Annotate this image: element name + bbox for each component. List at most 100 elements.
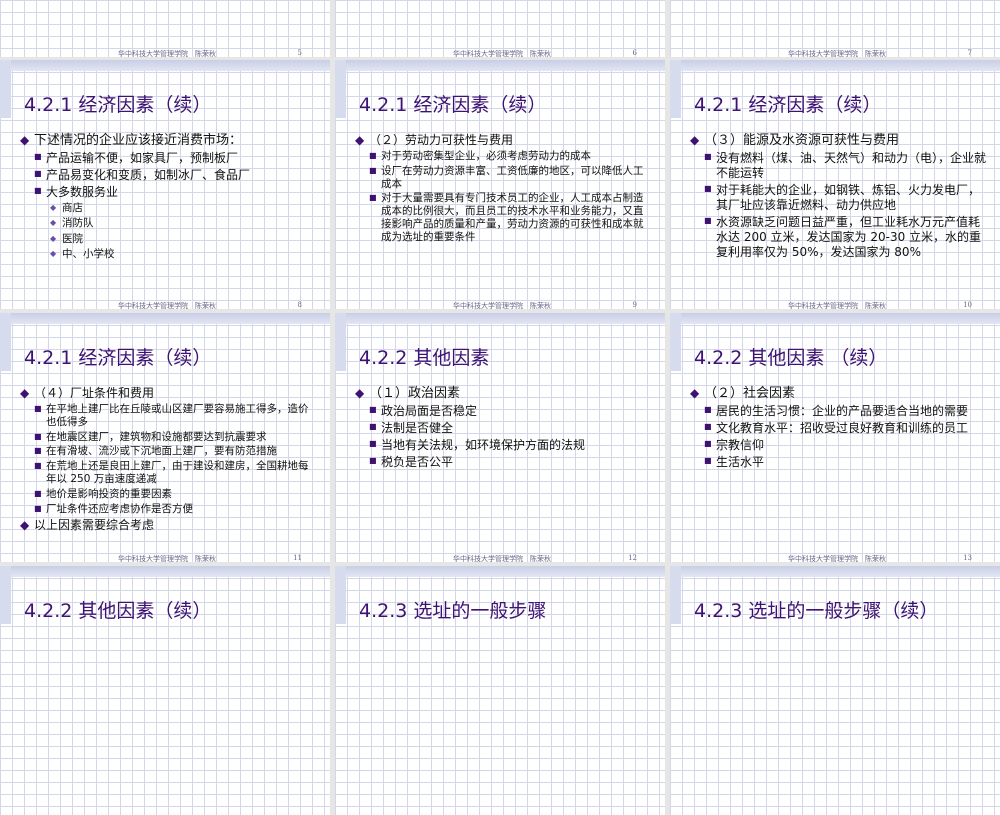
square-bullet-icon: ■ <box>369 439 377 449</box>
bullet-item-level-1: ◆ 以上因素需要综合考虑 <box>20 518 316 533</box>
bullet-item-level-2: ■ 没有燃料（煤、油、天然气）和动力（电），企业就不能运转 <box>690 151 986 181</box>
bullet-text: 地价是影响投资的重要因素 <box>46 487 172 500</box>
square-bullet-icon: ■ <box>369 456 377 466</box>
diamond-bullet-icon: ◆ <box>355 133 365 147</box>
bullet-item-level-2: ■ 地价是影响投资的重要因素 <box>20 488 316 501</box>
diamond-bullet-icon: ◆ <box>20 133 30 147</box>
slide-thumbnail[interactable]: 华中科技大学管理学院 陈荣秋 5 <box>0 0 330 57</box>
bullet-item-level-2: ■ 产品运输不便，如家具厂，预制板厂 <box>20 151 316 166</box>
bullet-item-level-1: ◆ （４）厂址条件和费用 <box>20 386 316 401</box>
square-bullet-icon: ■ <box>34 503 42 513</box>
footer-source: 华中科技大学管理学院 陈荣秋 <box>453 302 551 309</box>
slide-thumbnail[interactable]: 4.2.3 选址的一般步骤 <box>335 566 665 815</box>
square-bullet-icon: ■ <box>704 184 712 194</box>
bullet-item-level-2: ■ 法制是否健全 <box>355 421 651 436</box>
bullet-text: 对于耗能大的企业，如钢铁、炼铝、火力发电厂，其厂址应该靠近燃料、动力供应地 <box>716 183 981 213</box>
bullet-item-level-2: ■ 生活水平 <box>690 455 986 470</box>
square-bullet-icon: ■ <box>369 422 377 432</box>
slide-title: 4.2.2 其他因素（续） <box>24 600 212 622</box>
slide-thumbnail[interactable]: 4.2.1 经济因素（续） ◆ （２）劳动力可获性与费用 ■ 对于劳动密集型企业，必须考… <box>335 60 665 309</box>
bullet-item-level-2: ■ 居民的生活习惯：企业的产品要适合当地的需要 <box>690 404 986 419</box>
slide-number: 12 <box>628 554 637 562</box>
slide-side-bar <box>670 60 681 118</box>
bullet-item-level-2: ■ 产品易变化和变质，如制冰厂、食品厂 <box>20 168 316 183</box>
bullet-text: 生活水平 <box>716 455 765 470</box>
footer-source: 华中科技大学管理学院 陈荣秋 <box>453 555 551 562</box>
bullet-text: 大多数服务业 <box>46 185 119 200</box>
bullet-text: （２）社会因素 <box>704 386 796 401</box>
bullet-item-level-2: ■ 在有滑坡、流沙或下沉地面上建厂，要有防范措施 <box>20 445 316 458</box>
slide-side-bar <box>335 566 346 624</box>
square-bullet-icon: ■ <box>369 193 377 203</box>
bullet-item-level-2: ■ 在地震区建厂，建筑物和设施都要达到抗震要求 <box>20 431 316 444</box>
bullet-text: 设厂在劳动力资源丰富、工资低廉的地区，可以降低人工成本 <box>381 164 644 190</box>
diamond-bullet-icon: ◆ <box>50 203 57 213</box>
square-bullet-icon: ■ <box>704 216 712 226</box>
slide-sorter-grid: 华中科技大学管理学院 陈荣秋5■是接近消费市场。华中科技大学管理学院 陈荣秋6■… <box>0 0 1000 815</box>
slide-body: ◆ 下述情况的企业应该接近消费市场： ■ 产品运输不便，如家具厂，预制板厂 ■ 产品易变化… <box>20 130 316 261</box>
bullet-item-level-2: ■ 宗教信仰 <box>690 438 986 453</box>
slide-thumbnail[interactable]: 4.2.2 其他因素 ◆ （１）政治因素 ■ 政治局面是否稳定 ■ 法制是否健全 ■ 当地有关法… <box>335 313 665 562</box>
slide-body: ◆ （４）厂址条件和费用 ■ 在平地上建厂比在丘陵或山区建厂要容易施工得多，造价也低得… <box>20 383 316 533</box>
bullet-text: （１）政治因素 <box>369 386 461 401</box>
square-bullet-icon: ■ <box>704 152 712 162</box>
square-bullet-icon: ■ <box>34 186 42 196</box>
diamond-bullet-icon: ◆ <box>50 218 57 228</box>
bullet-text: 下述情况的企业应该接近消费市场： <box>34 133 243 148</box>
diamond-bullet-icon: ◆ <box>20 518 30 533</box>
bullet-item-level-1: ◆ （２）社会因素 <box>690 386 986 402</box>
bullet-item-level-1: ◆ 下述情况的企业应该接近消费市场： <box>20 133 316 149</box>
slide-top-bar <box>0 60 330 71</box>
bullet-item-level-2: ■ 在平地上建厂比在丘陵或山区建厂要容易施工得多，造价也低得多 <box>20 403 316 429</box>
bullet-text: 在荒地上还是良田上建厂，由于建设和建房，全国耕地每年以 250 万亩速度递减 <box>46 460 309 485</box>
footer-source: 华中科技大学管理学院 陈荣秋 <box>118 50 216 57</box>
bullet-item-level-3: ◆ 商店 <box>20 202 316 215</box>
diamond-bullet-icon: ◆ <box>355 386 365 400</box>
bullet-item-level-2: ■ 大多数服务业 <box>20 185 316 200</box>
bullet-item-level-2: ■ 厂址条件还应考虑协作是否方便 <box>20 503 316 516</box>
slide-number: 6 <box>632 49 637 57</box>
bullet-item-level-2: ■ 文化教育水平：招收受过良好教育和训练的员工 <box>690 421 986 436</box>
bullet-item-level-2: ■ 税负是否公平 <box>355 455 651 470</box>
bullet-text: （２）劳动力可获性与费用 <box>369 133 514 147</box>
slide-title: 4.2.1 经济因素（续） <box>694 94 882 116</box>
slide-thumbnail[interactable]: ■是接近消费市场。华中科技大学管理学院 陈荣秋6 <box>335 0 665 57</box>
diamond-bullet-icon: ◆ <box>50 248 57 258</box>
bullet-text: 政治局面是否稳定 <box>381 404 478 419</box>
slide-thumbnail[interactable]: ■原料运输不便，如屠宰厂。华中科技大学管理学院 陈荣秋7 <box>670 0 1000 57</box>
slide-top-bar <box>335 60 665 71</box>
slide-body: ◆ （２）劳动力可获性与费用 ■ 对于劳动密集型企业，必须考虑劳动力的成本 ■ 设厂在劳动… <box>355 130 651 244</box>
slide-number: 11 <box>293 554 302 562</box>
bullet-item-level-2: ■ 对于劳动密集型企业，必须考虑劳动力的成本 <box>355 150 651 163</box>
bullet-text: 当地有关法规，如环境保护方面的法规 <box>381 438 586 453</box>
bullet-item-level-2: ■ 当地有关法规，如环境保护方面的法规 <box>355 438 651 453</box>
bullet-item-level-2: ■ 政治局面是否稳定 <box>355 404 651 419</box>
bullet-text: 税负是否公平 <box>381 455 454 470</box>
bullet-text: 没有燃料（煤、油、天然气）和动力（电），企业就不能运转 <box>716 151 987 181</box>
slide-thumbnail[interactable]: 4.2.1 经济因素（续） ◆ （４）厂址条件和费用 ■ 在平地上建厂比在丘陵或山区建厂… <box>0 313 330 562</box>
bullet-text: 对于劳动密集型企业，必须考虑劳动力的成本 <box>381 150 591 162</box>
bullet-text: 居民的生活习惯：企业的产品要适合当地的需要 <box>716 404 969 419</box>
bullet-text: 在有滑坡、流沙或下沉地面上建厂，要有防范措施 <box>46 445 277 458</box>
bullet-text: 产品易变化和变质，如制冰厂、食品厂 <box>46 168 251 183</box>
square-bullet-icon: ■ <box>704 456 712 466</box>
diamond-bullet-icon: ◆ <box>50 233 57 243</box>
slide-thumbnail[interactable]: 4.2.1 经济因素（续） ◆ （３）能源及水资源可获性与费用 ■ 没有燃料（煤、油、天… <box>670 60 1000 309</box>
square-bullet-icon: ■ <box>704 439 712 449</box>
square-bullet-icon: ■ <box>369 405 377 415</box>
bullet-item-level-1: ◆ （１）政治因素 <box>355 386 651 402</box>
slide-top-bar <box>670 60 1000 71</box>
bullet-text: 消防队 <box>62 217 94 230</box>
slide-title: 4.2.1 经济因素（续） <box>359 94 547 116</box>
bullet-text: 厂址条件还应考虑协作是否方便 <box>46 502 193 515</box>
bullet-text: （３）能源及水资源可获性与费用 <box>704 133 900 148</box>
slide-thumbnail[interactable]: 4.2.1 经济因素（续） ◆ 下述情况的企业应该接近消费市场： ■ 产品运输不便，如家… <box>0 60 330 309</box>
bullet-item-level-3: ◆ 消防队 <box>20 217 316 230</box>
slide-thumbnail[interactable]: 4.2.3 选址的一般步骤（续） <box>670 566 1000 815</box>
bullet-item-level-2: ■ 对于耗能大的企业，如钢铁、炼铝、火力发电厂，其厂址应该靠近燃料、动力供应地 <box>690 183 986 213</box>
slide-thumbnail[interactable]: 4.2.2 其他因素 （续） ◆ （２）社会因素 ■ 居民的生活习惯：企业的产品要适合当… <box>670 313 1000 562</box>
bullet-text: 在平地上建厂比在丘陵或山区建厂要容易施工得多，造价也低得多 <box>46 403 309 428</box>
slide-thumbnail[interactable]: 4.2.2 其他因素（续） <box>0 566 330 815</box>
square-bullet-icon: ■ <box>369 151 377 160</box>
slide-title: 4.2.2 其他因素 （续） <box>694 347 888 369</box>
